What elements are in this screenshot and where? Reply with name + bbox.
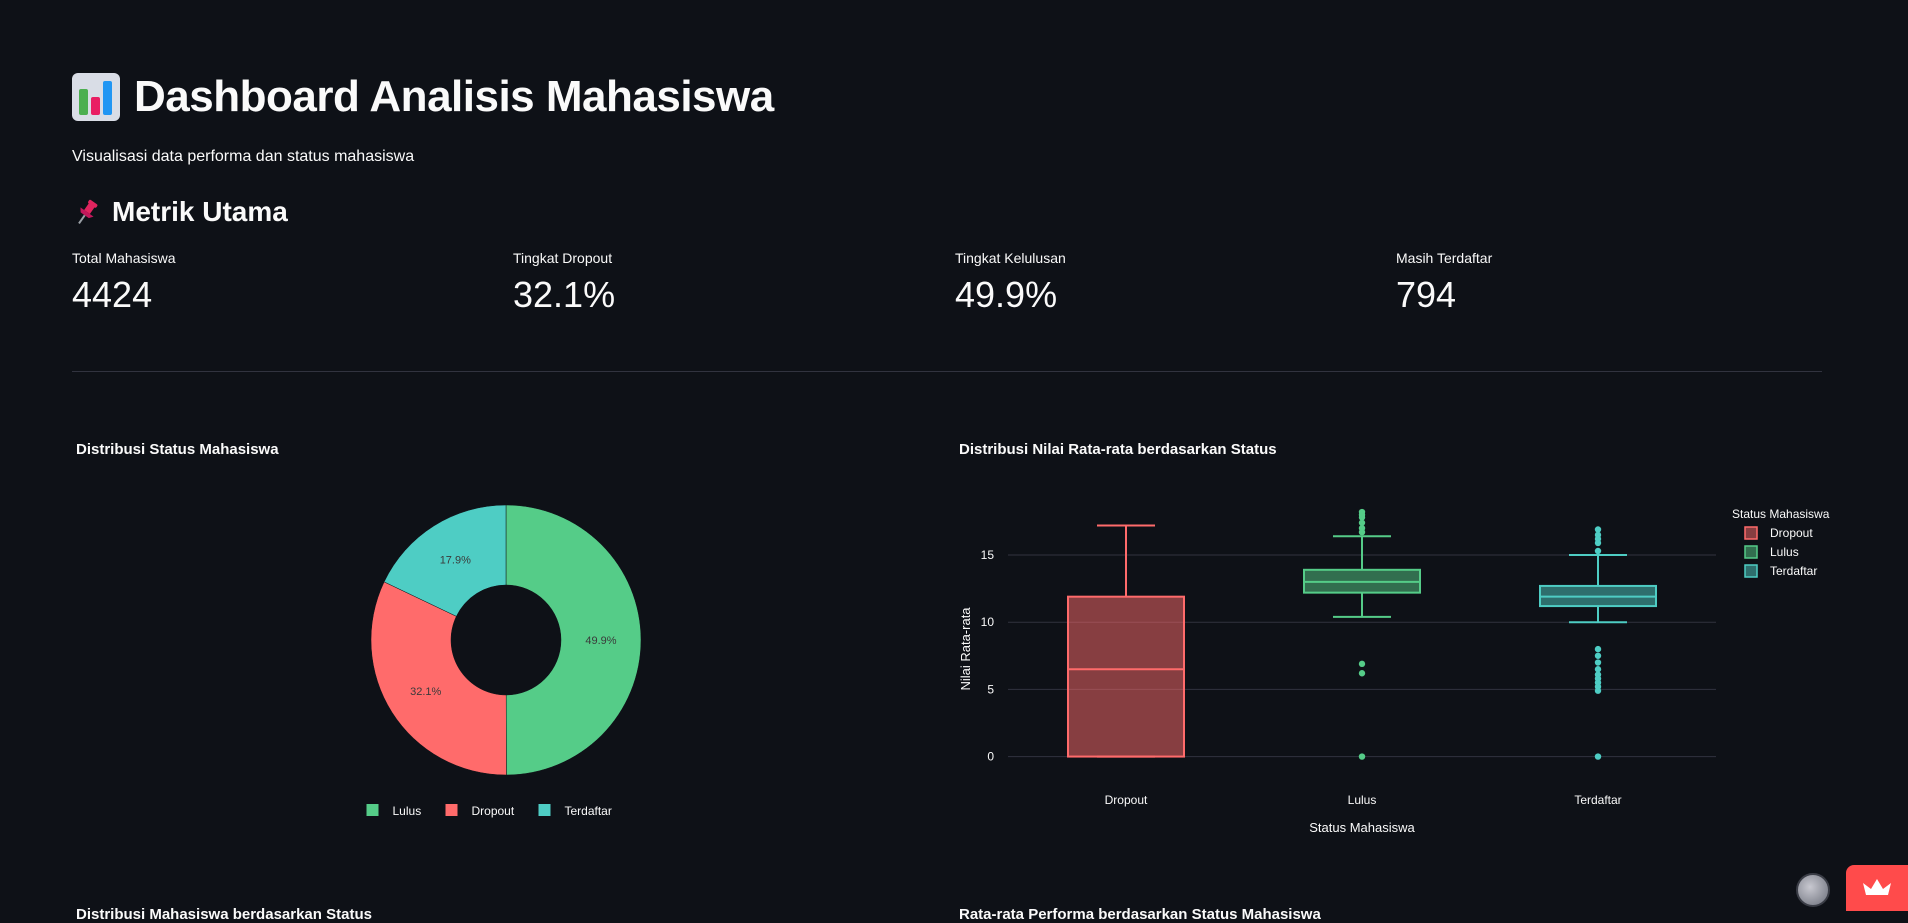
legend-label-lulus[interactable]: Lulus <box>393 804 422 818</box>
pie-slice-label: 49.9% <box>585 635 616 647</box>
divider <box>72 371 1822 372</box>
y-axis-label: Nilai Rata-rata <box>958 607 973 691</box>
metric-total-mahasiswa: Total Mahasiswa 4424 <box>72 250 176 316</box>
legend-label-dropout[interactable]: Dropout <box>472 804 515 818</box>
box-lulus[interactable] <box>1303 508 1421 760</box>
y-tick-label: 15 <box>981 548 995 562</box>
legend-swatch-dropout[interactable] <box>445 804 458 816</box>
pie-chart[interactable]: 49.9% 32.1% 17.9% Lulus Dropout Terdaftar <box>300 480 720 840</box>
outlier-point[interactable] <box>1358 753 1366 760</box>
outlier-point[interactable] <box>1358 670 1366 677</box>
box-body[interactable] <box>1067 595 1185 758</box>
box-plot-chart[interactable]: 0 5 10 15 Nilai Rata-rata Status Mahasiswa Dro… <box>940 500 1860 840</box>
avatar[interactable] <box>1796 873 1830 907</box>
legend-swatch-terdaftar[interactable] <box>1744 564 1758 578</box>
y-tick-label: 0 <box>987 750 994 764</box>
box-terdaftar[interactable] <box>1539 526 1657 760</box>
metric-tingkat-kelulusan: Tingkat Kelulusan 49.9% <box>955 250 1066 316</box>
outlier-point[interactable] <box>1594 753 1602 760</box>
page-title: Dashboard Analisis Mahasiswa <box>72 72 774 122</box>
outlier-point[interactable] <box>1594 526 1602 533</box>
legend-swatch-dropout[interactable] <box>1744 526 1758 540</box>
section-title-text: Metrik Utama <box>112 196 288 227</box>
pie-slice-dropout[interactable] <box>370 581 507 776</box>
metric-label: Tingkat Kelulusan <box>955 250 1066 266</box>
outlier-point[interactable] <box>1358 508 1366 516</box>
metric-tingkat-dropout: Tingkat Dropout 32.1% <box>513 250 615 316</box>
legend-swatch-lulus[interactable] <box>1744 545 1758 559</box>
x-tick-label: Terdaftar <box>1574 793 1621 807</box>
next-chart-title-right: Rata-rata Performa berdasarkan Status Ma… <box>959 906 1321 923</box>
pie-chart-title: Distribusi Status Mahasiswa <box>76 441 279 458</box>
metric-value: 32.1% <box>513 274 616 315</box>
outlier-point[interactable] <box>1594 659 1602 666</box>
pie-slice-lulus[interactable] <box>505 504 642 776</box>
section-title-metrics: Metrik Utama <box>72 196 288 228</box>
outlier-point[interactable] <box>1594 645 1602 653</box>
box-chart-title: Distribusi Nilai Rata-rata berdasarkan S… <box>959 441 1277 458</box>
legend-label-terdaftar[interactable]: Terdaftar <box>1770 564 1817 578</box>
legend-swatch-terdaftar[interactable] <box>538 804 551 816</box>
pie-slice-label: 32.1% <box>410 686 441 698</box>
pie-slice-label: 17.9% <box>440 555 471 567</box>
next-chart-title-left: Distribusi Mahasiswa berdasarkan Status <box>76 906 372 923</box>
streamlit-badge-button[interactable] <box>1846 865 1908 911</box>
metric-masih-terdaftar: Masih Terdaftar 794 <box>1396 250 1492 316</box>
legend-title: Status Mahasiswa <box>1732 507 1830 521</box>
metric-label: Tingkat Dropout <box>513 250 613 266</box>
outlier-point[interactable] <box>1358 660 1366 668</box>
outlier-point[interactable] <box>1594 687 1602 694</box>
pushpin-icon <box>78 199 98 225</box>
metric-label: Masih Terdaftar <box>1396 250 1493 266</box>
y-tick-label: 5 <box>987 682 994 696</box>
legend-label-terdaftar[interactable]: Terdaftar <box>565 804 612 818</box>
x-tick-label: Lulus <box>1348 793 1377 807</box>
legend-label-dropout[interactable]: Dropout <box>1770 526 1813 540</box>
crown-icon <box>1863 879 1891 895</box>
outlier-point[interactable] <box>1594 547 1602 555</box>
metric-label: Total Mahasiswa <box>72 250 176 266</box>
metric-value: 4424 <box>72 274 153 315</box>
box-dropout[interactable] <box>1067 524 1185 758</box>
x-tick-label: Dropout <box>1105 793 1148 807</box>
y-tick-label: 10 <box>981 615 995 629</box>
page-title-text: Dashboard Analisis Mahasiswa <box>134 72 774 121</box>
legend-swatch-lulus[interactable] <box>366 804 379 816</box>
page-subtitle: Visualisasi data performa dan status mah… <box>72 148 415 165</box>
x-axis-label: Status Mahasiswa <box>1309 820 1415 835</box>
metric-value: 49.9% <box>955 274 1058 315</box>
bar-chart-icon <box>72 73 120 121</box>
outlier-point[interactable] <box>1594 652 1602 659</box>
metric-value: 794 <box>1396 274 1457 315</box>
legend-label-lulus[interactable]: Lulus <box>1770 545 1799 559</box>
